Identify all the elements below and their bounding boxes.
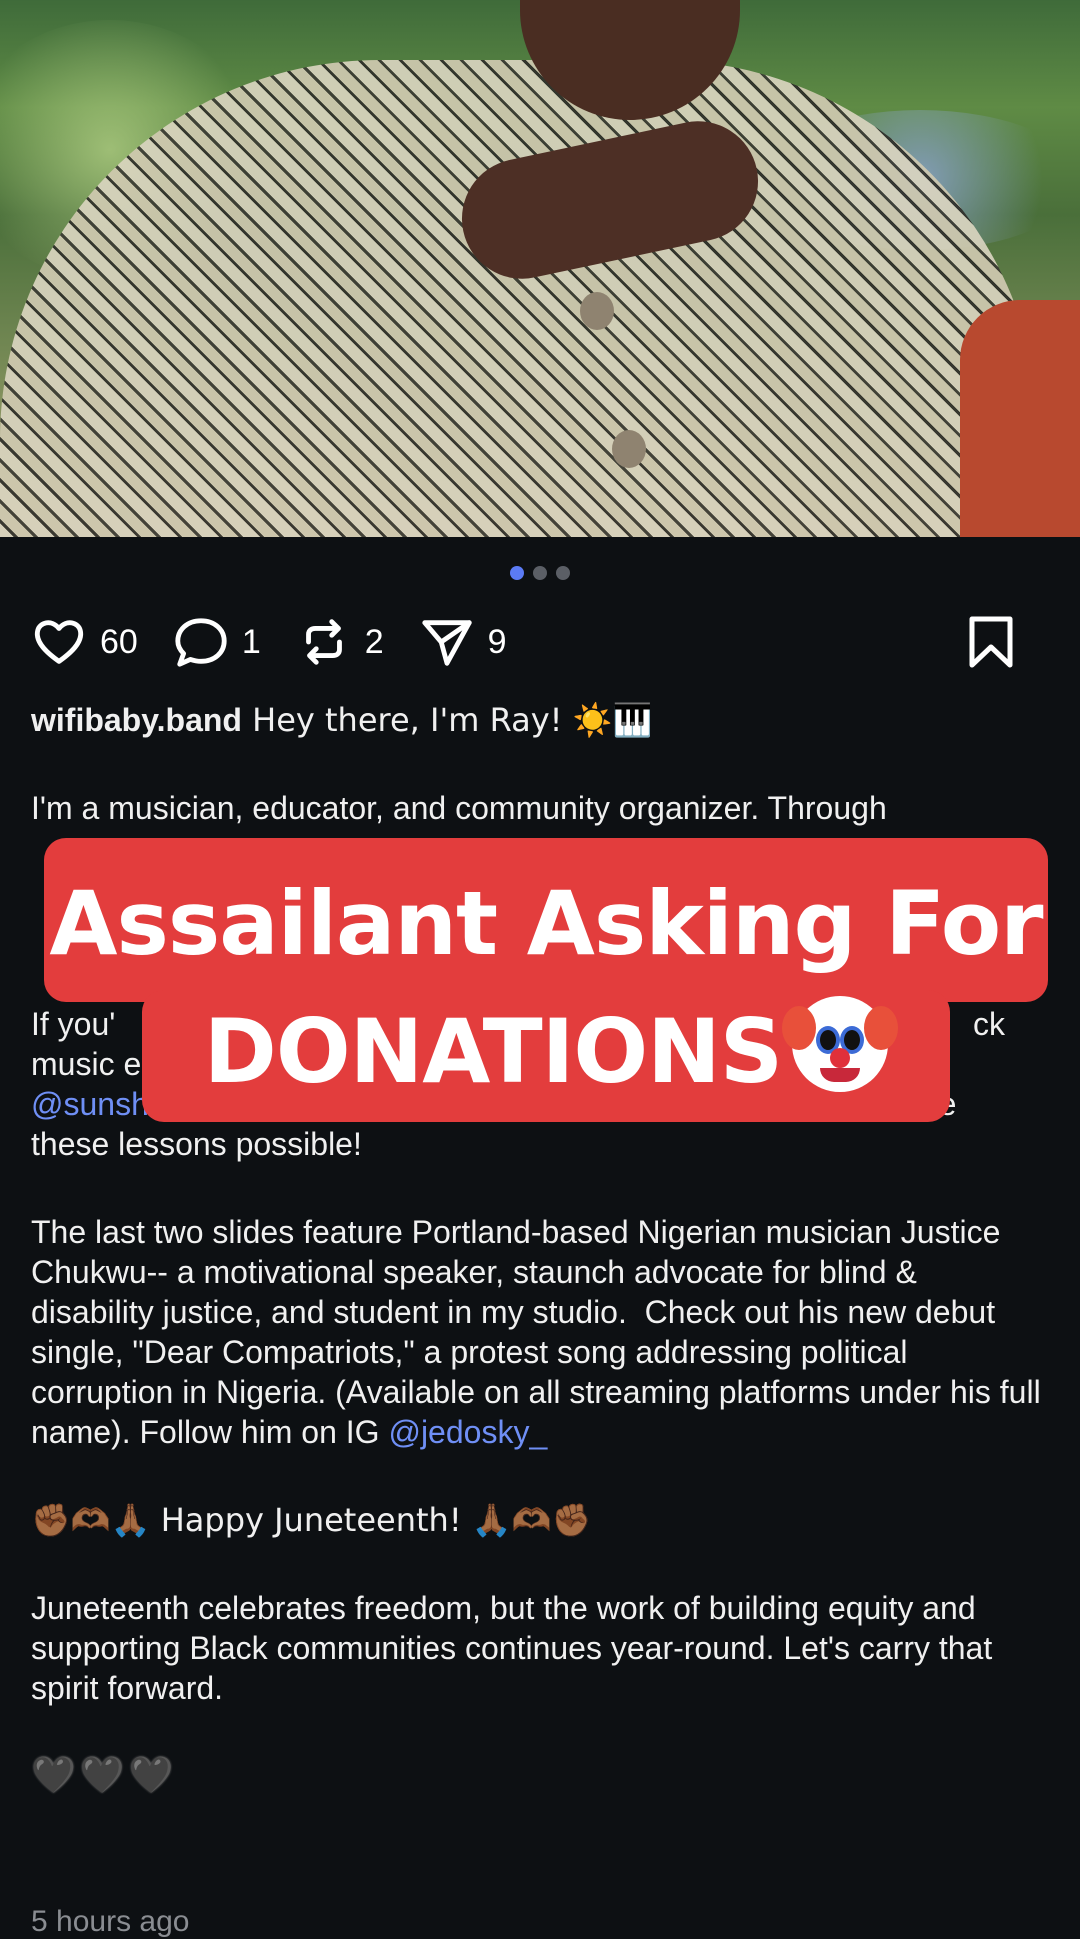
bookmark-icon (969, 616, 1013, 668)
carousel-indicator (0, 566, 1080, 580)
venmo-handle-link[interactable]: @sunshine_ray_studio (31, 1086, 357, 1122)
heart-icon (34, 620, 84, 664)
post-actions-bar: 60 1 2 9 (30, 612, 1050, 672)
post-photo[interactable] (0, 0, 1080, 537)
share-count: 9 (487, 622, 507, 661)
post-timestamp: 5 hours ago (31, 1905, 190, 1938)
like-button[interactable]: 60 (30, 613, 138, 671)
bookmark-button[interactable] (966, 615, 1016, 669)
repost-icon (305, 619, 342, 665)
carousel-dot (533, 566, 547, 580)
caption-text: I'm a musician, educator, and community … (31, 790, 887, 826)
caption-paragraph-2: If you' ck music e @sunshine_ray_studio on … (31, 1004, 1041, 1164)
caption-intro: wifibaby.band Hey there, I'm Ray! ☀️🎹 (31, 700, 1041, 740)
caption-paragraph-3: The last two slides feature Portland-bas… (31, 1212, 1041, 1452)
carousel-dot-active (510, 566, 524, 580)
caption-greeting: Hey there, I'm Ray! ☀️🎹 (241, 701, 653, 739)
comment-icon (175, 618, 227, 667)
repost-count: 2 (364, 622, 384, 661)
photo-jacket-button (612, 430, 646, 468)
caption-paragraph-4: Juneteenth celebrates freedom, but the w… (31, 1590, 1002, 1706)
comment-button[interactable]: 1 (172, 613, 261, 671)
send-icon (422, 620, 472, 666)
share-button[interactable]: 9 (418, 613, 507, 671)
photo-chair (960, 300, 1080, 537)
caption-text: ck (973, 1006, 1005, 1042)
repost-button[interactable]: 2 (295, 613, 384, 671)
carousel-dot (556, 566, 570, 580)
caption-text: music e (31, 1046, 142, 1082)
caption-paragraph-1: I'm a musician, educator, and community … (31, 788, 1041, 956)
photo-jacket-button (580, 292, 614, 330)
username-link[interactable]: wifibaby.band (31, 702, 242, 738)
ig-handle-link[interactable]: @jedosky_ (388, 1414, 547, 1450)
caption-juneteenth: ✊🏾🫶🏾🙏🏾 Happy Juneteenth! 🙏🏾🫶🏾✊🏾 (31, 1501, 592, 1539)
caption-text: If you' (31, 1006, 116, 1042)
post-caption: wifibaby.band Hey there, I'm Ray! ☀️🎹 I'… (31, 700, 1041, 1796)
comment-count: 1 (241, 622, 261, 661)
caption-hearts: 🖤🖤🖤 (31, 1755, 178, 1796)
like-count: 60 (100, 622, 138, 661)
